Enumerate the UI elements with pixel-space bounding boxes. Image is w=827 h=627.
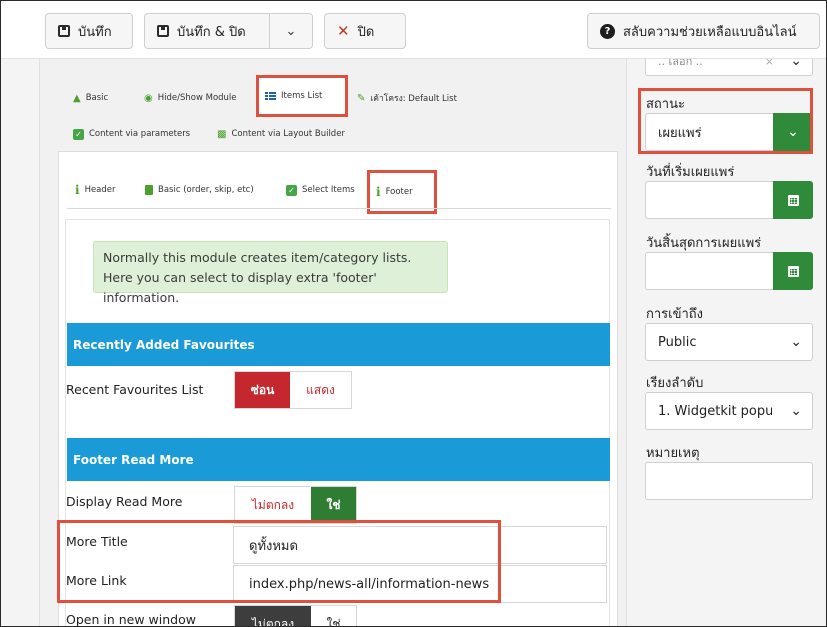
- info-icon: i: [75, 183, 80, 197]
- question-icon: ?: [600, 23, 615, 39]
- recent-favourites-label: Recent Favourites List: [66, 382, 204, 397]
- tab-basic[interactable]: ▲ Basic: [67, 87, 114, 109]
- tab-content-via-parameters[interactable]: ✓ Content via parameters: [67, 123, 196, 145]
- hide-option[interactable]: ซ่อน: [235, 372, 290, 408]
- yes-option[interactable]: ใช่: [311, 487, 356, 523]
- info-notice: Normally this module creates item/catego…: [93, 241, 448, 305]
- display-read-more-toggle: ไม่ตกลง ใช่: [234, 486, 357, 524]
- recent-favourites-toggle: ซ่อน แสดง: [234, 371, 352, 409]
- more-title-label: More Title: [66, 534, 128, 549]
- calendar-button[interactable]: [773, 252, 813, 290]
- save-dropdown-button[interactable]: ⌄: [269, 13, 313, 49]
- access-label: การเข้าถึง: [646, 307, 704, 322]
- ordering-label: เรียงลำดับ: [646, 376, 704, 391]
- tab-hide-show-module[interactable]: ◉ Hide/Show Module: [138, 87, 243, 109]
- document-icon: [145, 185, 153, 195]
- ordering-select[interactable]: 1. Widgetkit popup ⌄: [645, 392, 813, 430]
- close-button[interactable]: ✕ ปิด: [324, 13, 406, 49]
- tab-layout[interactable]: ✎ เค้าโครง: Default List: [351, 87, 463, 109]
- eye-icon: ◉: [144, 92, 153, 104]
- calendar-icon: [787, 194, 799, 206]
- check-icon: ✓: [286, 184, 297, 196]
- access-select[interactable]: Public ⌄: [645, 323, 813, 361]
- chevron-down-icon: ⌄: [790, 334, 802, 350]
- check-icon: ✓: [73, 128, 84, 140]
- subtab-label: Header: [84, 185, 116, 195]
- tab-label: Hide/Show Module: [157, 93, 237, 103]
- home-icon: ▲: [73, 92, 81, 104]
- calendar-icon: [787, 265, 799, 277]
- tab-label: Items List: [281, 91, 323, 101]
- note-input[interactable]: [645, 462, 813, 500]
- subtab-footer[interactable]: i Footer: [367, 170, 437, 214]
- tab-label: Basic: [85, 93, 109, 103]
- save-label: บันทึก: [78, 24, 112, 40]
- more-link-label: More Link: [66, 573, 127, 588]
- notice-line: Here you can select to display extra 'fo…: [103, 270, 377, 305]
- tab-label: Content via parameters: [89, 129, 191, 139]
- publish-end-label: วันสิ้นสุดการเผยแพร่: [646, 236, 762, 251]
- no-option[interactable]: ไม่ตกลง: [235, 606, 311, 626]
- tab-label: เค้าโครง: Default List: [370, 94, 457, 104]
- subtab-header[interactable]: i Header: [69, 179, 122, 201]
- subtab-basic[interactable]: Basic (order, skip, etc): [139, 179, 260, 201]
- help-label: สลับความช่วยเหลือแบบอินไลน์: [623, 24, 797, 40]
- save-icon: [58, 25, 70, 37]
- toolbar: บันทึก บันทึก & ปิด ⌄ ✕ ปิด ? สลับความช่…: [1, 1, 826, 59]
- info-icon: i: [376, 185, 381, 199]
- subtab-label: Footer: [385, 187, 413, 197]
- save-button[interactable]: บันทึก: [45, 13, 133, 49]
- close-icon: ✕: [337, 22, 350, 40]
- list-icon: [265, 91, 276, 101]
- divider: [67, 208, 611, 209]
- publish-end-input[interactable]: [645, 252, 813, 290]
- chevron-down-icon: ⌄: [786, 403, 802, 419]
- subtab-select-items[interactable]: ✓ Select Items: [280, 179, 361, 201]
- tab-content-via-layout-builder[interactable]: ▩ Content via Layout Builder: [211, 123, 351, 145]
- more-link-input[interactable]: index.php/news-all/information-news: [233, 565, 607, 603]
- chevron-down-icon: ⌄: [285, 23, 297, 39]
- open-new-window-toggle: ไม่ตกลง ใช่: [234, 605, 357, 627]
- tab-items-list[interactable]: Items List: [256, 75, 348, 117]
- save-close-label: บันทึก & ปิด: [177, 24, 246, 40]
- help-toggle-button[interactable]: ? สลับความช่วยเหลือแบบอินไลน์: [587, 13, 820, 49]
- calendar-button[interactable]: [773, 181, 813, 219]
- close-label: ปิด: [357, 24, 375, 40]
- more-title-input[interactable]: ดูทั้งหมด: [233, 526, 607, 564]
- open-new-window-label: Open in new window: [66, 612, 196, 627]
- save-icon: [157, 25, 169, 37]
- notice-line: Normally this module creates item/catego…: [103, 250, 412, 265]
- show-option[interactable]: แสดง: [290, 372, 351, 408]
- tab-label: Content via Layout Builder: [231, 129, 345, 139]
- publish-start-label: วันที่เริ่มเผยแพร่: [646, 165, 735, 180]
- publish-start-input[interactable]: [645, 181, 813, 219]
- section-header-footer: Footer Read More: [67, 438, 610, 481]
- save-close-button[interactable]: บันทึก & ปิด: [144, 13, 270, 49]
- select-value: 1. Widgetkit popup: [658, 403, 772, 419]
- no-option[interactable]: ไม่ตกลง: [235, 487, 311, 523]
- note-label: หมายเหตุ: [646, 446, 700, 461]
- pencil-icon: ✎: [357, 92, 366, 104]
- display-read-more-label: Display Read More: [66, 494, 183, 509]
- highlight-box: [638, 88, 813, 154]
- yes-option[interactable]: ใช่: [311, 606, 356, 627]
- section-header-recent: Recently Added Favourites: [67, 323, 610, 366]
- editor-window: บันทึก บันทึก & ปิด ⌄ ✕ ปิด ? สลับความช่…: [0, 0, 827, 627]
- subtab-label: Basic (order, skip, etc): [158, 185, 254, 195]
- subtab-label: Select Items: [302, 185, 355, 195]
- select-value: Public: [658, 334, 697, 350]
- builder-icon: ▩: [217, 128, 227, 140]
